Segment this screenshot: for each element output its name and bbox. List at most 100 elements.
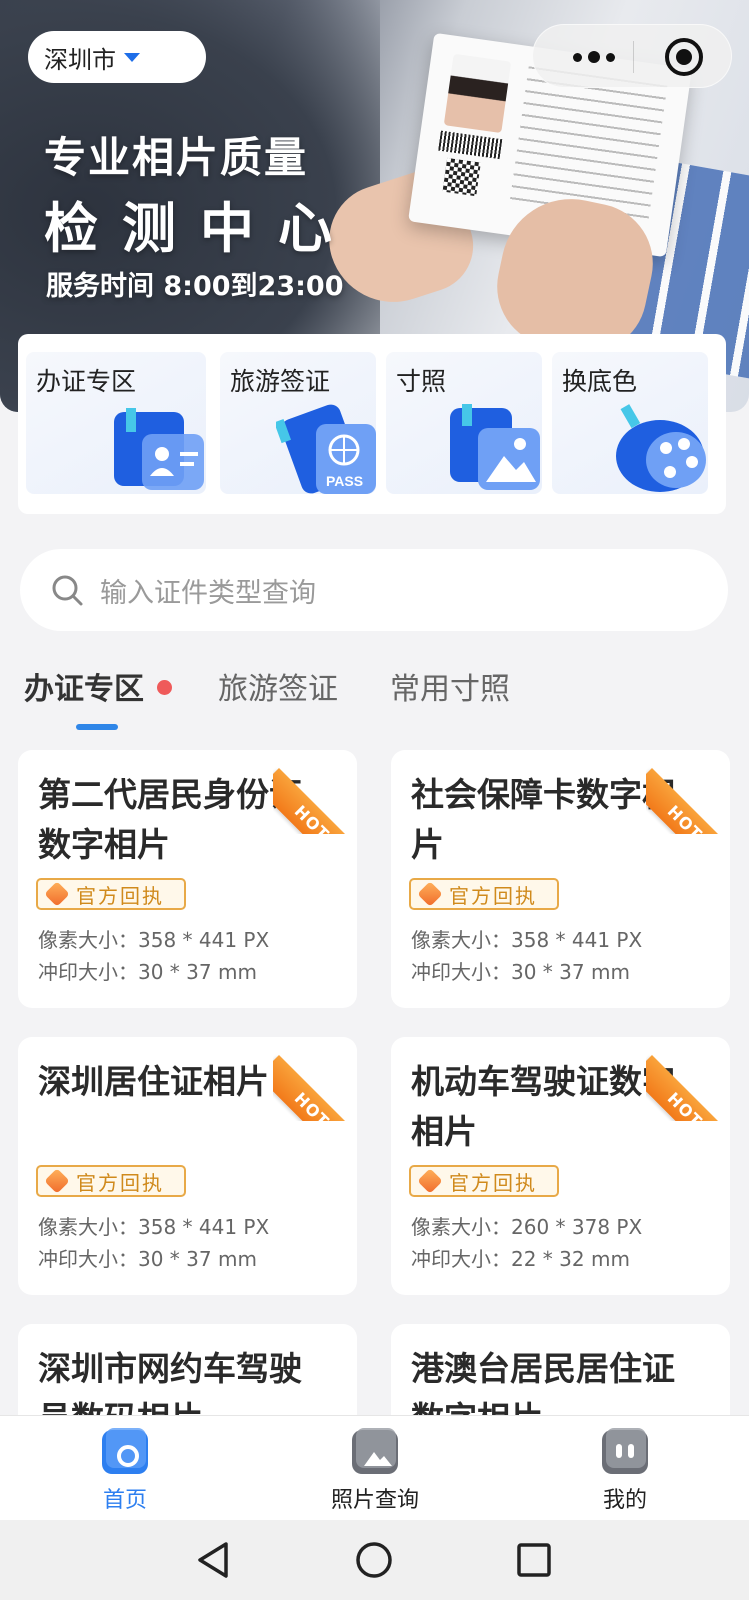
shield-icon [417,1168,443,1194]
print-size-label: 冲印大小： [411,960,511,984]
pixel-size: 像素大小：358 * 441 PX [38,924,269,953]
tab-label: 办证专区 [24,672,144,707]
miniprogram-capsule [532,24,732,88]
palette-icon [616,404,706,492]
search-bar[interactable]: 输入证件类型查询 [20,549,728,631]
nav-label: 首页 [102,1488,147,1513]
search-icon [52,575,83,606]
hot-ribbon: HOT [646,750,730,834]
nav-profile[interactable]: 我的 [555,1426,695,1516]
search-placeholder: 输入证件类型查询 [100,577,316,609]
banner-subtitle: 检测中心 [44,197,356,260]
id-card-icon [114,408,204,490]
print-size: 冲印大小：30 * 37 mm [411,956,630,985]
pixel-size-label: 像素大小： [411,1215,511,1239]
profile-icon [602,1428,648,1474]
recents-square-icon[interactable] [514,1540,554,1580]
nav-label: 照片查询 [330,1488,419,1513]
category-label: 寸照 [396,367,447,396]
city-selector[interactable]: 深圳市 [28,31,206,83]
shield-icon [44,1168,70,1194]
portrait-image [443,53,512,134]
pixel-size-value: 358 * 441 PX [138,928,270,952]
nav-label: 我的 [602,1488,647,1513]
pixel-size-value: 358 * 441 PX [511,928,643,952]
barcode-image [438,130,503,160]
caret-down-icon [124,52,140,62]
hot-label: HOT [664,801,707,834]
print-size-value: 30 * 37 mm [511,960,630,984]
shield-icon [417,881,443,907]
tab-label: 旅游签证 [218,672,338,707]
hot-ribbon: HOT [273,1037,357,1121]
nav-home[interactable]: 首页 [55,1426,195,1516]
official-receipt-badge: 官方回执 [409,878,559,910]
badge-label: 官方回执 [449,1170,537,1195]
system-navigation-bar [0,1520,749,1600]
service-hours: 服务时间 8:00到23:00 [46,271,344,302]
product-card[interactable]: 深圳居住证相片 官方回执 像素大小：358 * 441 PX 冲印大小：30 *… [18,1037,357,1295]
hot-label: HOT [291,801,334,834]
home-circle-icon[interactable] [354,1540,394,1580]
category-label: 办证专区 [36,367,137,396]
category-change-background[interactable]: 换底色 [552,352,708,494]
nav-photo-query[interactable]: 照片查询 [305,1426,445,1516]
pixel-size-label: 像素大小： [38,1215,138,1239]
official-receipt-badge: 官方回执 [409,1165,559,1197]
badge-label: 官方回执 [449,883,537,908]
close-target-icon[interactable] [665,38,703,76]
pixel-size: 像素大小：260 * 378 PX [411,1211,642,1240]
print-size-label: 冲印大小： [411,1247,511,1271]
tab-common-photo[interactable]: 常用寸照 [390,664,510,708]
banner-title: 专业相片质量 [44,133,309,182]
pixel-size: 像素大小：358 * 441 PX [411,924,642,953]
city-name: 深圳市 [44,45,116,74]
print-size-value: 30 * 37 mm [138,960,257,984]
home-icon [102,1428,148,1474]
pixel-size: 像素大小：358 * 441 PX [38,1211,269,1240]
passport-icon: PASS [276,404,376,494]
active-tab-indicator [76,724,118,730]
more-icon[interactable] [559,41,629,73]
category-travel-visa[interactable]: 旅游签证 PASS [220,352,376,494]
notification-dot [157,680,172,695]
tab-label: 常用寸照 [390,672,510,707]
print-size: 冲印大小：30 * 37 mm [38,1243,257,1272]
pixel-size-value: 260 * 378 PX [511,1215,643,1239]
category-label: 换底色 [562,367,638,396]
back-triangle-icon[interactable] [194,1540,234,1580]
hot-label: HOT [664,1088,707,1121]
product-card[interactable]: 社会保障卡数字相片 官方回执 像素大小：358 * 441 PX 冲印大小：30… [391,750,730,1008]
product-card[interactable]: 第二代居民身份证数字相片 官方回执 像素大小：358 * 441 PX 冲印大小… [18,750,357,1008]
shield-icon [44,881,70,907]
pixel-size-label: 像素大小： [38,928,138,952]
photo-icon [450,404,540,490]
hot-ribbon: HOT [646,1037,730,1121]
category-tabs: 办证专区 旅游签证 常用寸照 [0,664,749,734]
category-inch-photo[interactable]: 寸照 [386,352,542,494]
print-size-label: 冲印大小： [38,1247,138,1271]
image-icon [352,1428,398,1474]
official-receipt-badge: 官方回执 [36,878,186,910]
qr-code-image [442,157,481,197]
product-card[interactable]: 机动车驾驶证数字相片 官方回执 像素大小：260 * 378 PX 冲印大小：2… [391,1037,730,1295]
print-size-value: 30 * 37 mm [138,1247,257,1271]
pixel-size-label: 像素大小： [411,928,511,952]
badge-label: 官方回执 [76,883,164,908]
print-size: 冲印大小：22 * 32 mm [411,1243,630,1272]
category-panel: 办证专区 旅游签证 PASS 寸照 换底色 [18,334,726,514]
category-id-service[interactable]: 办证专区 [26,352,206,494]
svg-text:PASS: PASS [326,473,363,489]
pixel-size-value: 358 * 441 PX [138,1215,270,1239]
bottom-navigation: 首页 照片查询 我的 [0,1415,749,1520]
capsule-divider [633,41,634,73]
print-size-label: 冲印大小： [38,960,138,984]
tab-travel-visa[interactable]: 旅游签证 [218,664,338,708]
tab-id-service[interactable]: 办证专区 [24,664,172,708]
print-size: 冲印大小：30 * 37 mm [38,956,257,985]
hot-ribbon: HOT [273,750,357,834]
print-size-value: 22 * 32 mm [511,1247,630,1271]
hot-label: HOT [291,1088,334,1121]
badge-label: 官方回执 [76,1170,164,1195]
official-receipt-badge: 官方回执 [36,1165,186,1197]
